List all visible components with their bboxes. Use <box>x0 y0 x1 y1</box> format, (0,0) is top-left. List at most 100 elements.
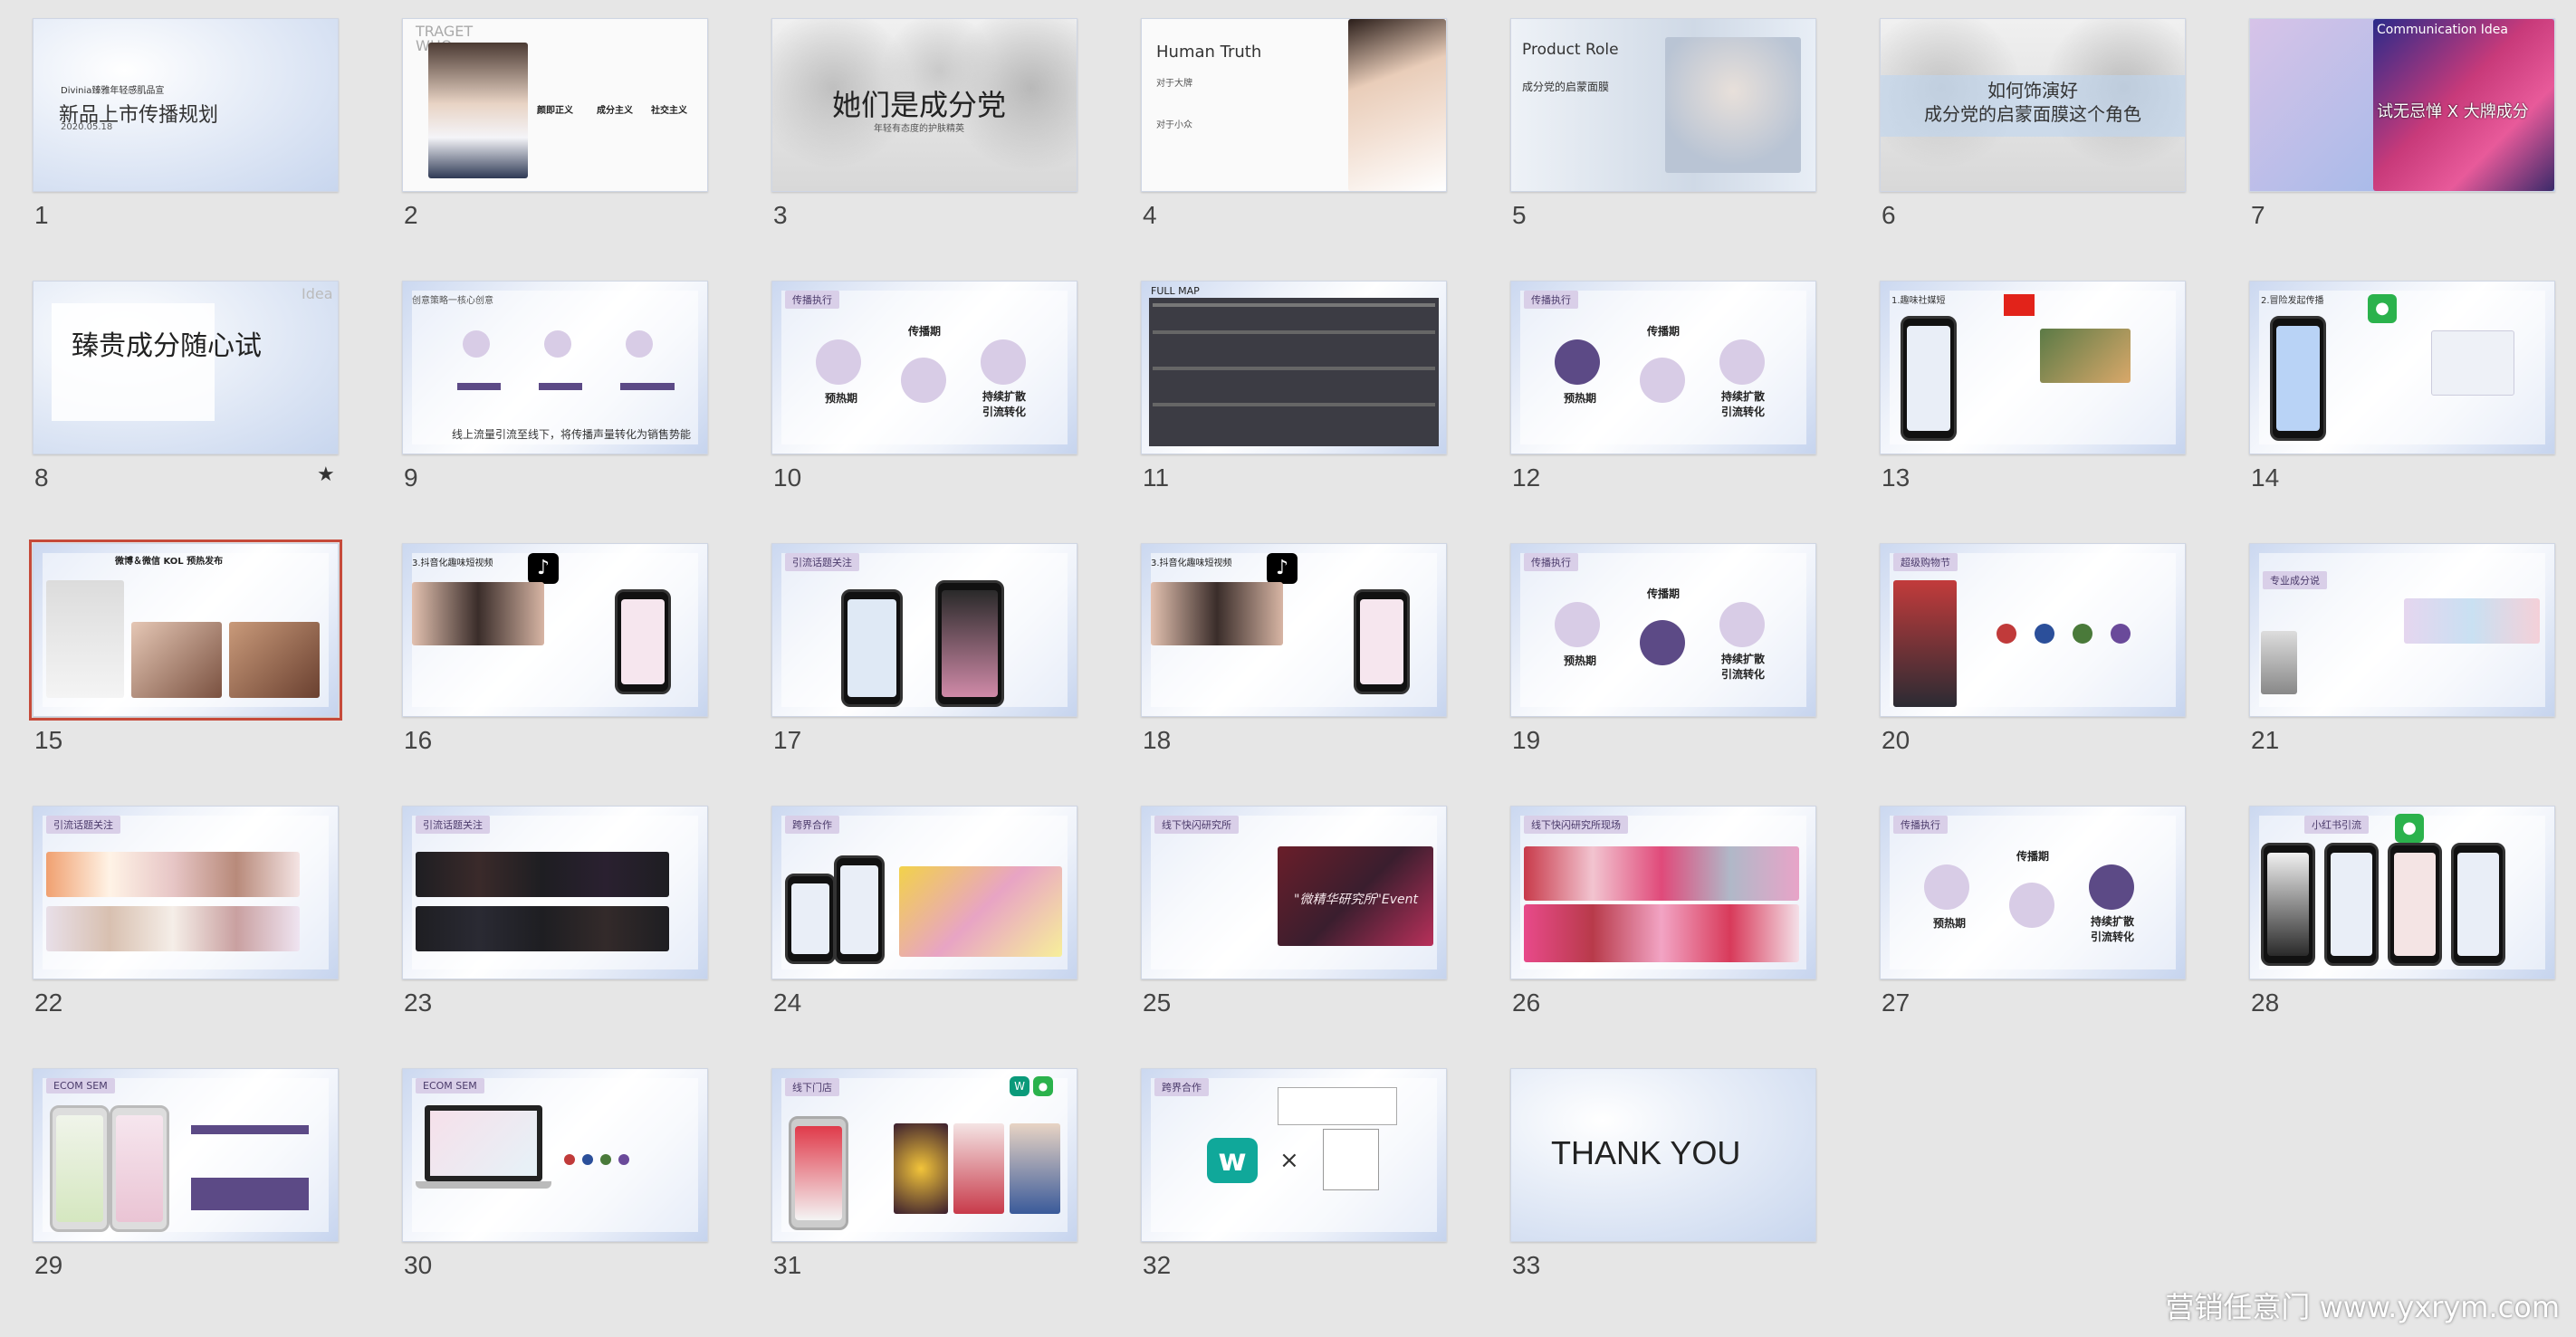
slide-thumbnail[interactable]: ECOM SEM <box>402 1068 708 1242</box>
slide-16[interactable]: 3.抖音化趣味短视频 ♪ 16 <box>369 525 708 778</box>
slide-15[interactable]: 微博＆微信 KOL 预热发布 15 <box>0 525 342 778</box>
slide-11[interactable]: FULL MAP 11 <box>1108 263 1447 516</box>
event-title: "微精华研究所"Event <box>1294 893 1418 907</box>
slide-title: 传播执行 <box>785 291 839 309</box>
slide-17[interactable]: 引流话题关注 17 <box>739 525 1077 778</box>
slide-14[interactable]: 2.冒险发起传播 ● 14 <box>2217 263 2555 516</box>
slide-number: 33 <box>1512 1251 1541 1279</box>
slide-27[interactable]: 传播执行 传播期 预热期 持续扩散 引流转化 27 <box>1847 788 2186 1041</box>
slide-title: 引流话题关注 <box>46 816 120 834</box>
slide-thumbnail[interactable]: 专业成分说 <box>2249 543 2555 717</box>
slide-thumbnail[interactable]: 3.抖音化趣味短视频 ♪ <box>402 543 708 717</box>
slide-thumbnail[interactable]: FULL MAP <box>1141 281 1447 454</box>
slide-thumbnail[interactable]: THANK YOU <box>1510 1068 1816 1242</box>
ar-photo <box>894 1123 948 1214</box>
slide-23[interactable]: 引流话题关注 23 <box>369 788 708 1041</box>
slide-18[interactable]: 3.抖音化趣味短视频 ♪ 18 <box>1108 525 1447 778</box>
slide-thumbnail[interactable]: 3.抖音化趣味短视频 ♪ <box>1141 543 1447 717</box>
product-dot <box>2035 624 2054 644</box>
content-area <box>412 291 698 444</box>
slide-4[interactable]: Human Truth 对于大牌 对于小众 4 <box>1108 0 1447 253</box>
slide-thumbnail[interactable]: 跨界合作 w × <box>1141 1068 1447 1242</box>
slide-thumbnail[interactable]: Idea 臻贵成分随心试 <box>33 281 339 454</box>
slide-thumbnail-selected[interactable]: 微博＆微信 KOL 预热发布 <box>29 540 342 721</box>
slide-title: Product Role <box>1522 41 1619 59</box>
slide-thumbnail[interactable]: 创意策略一核心创意 线上流量引流至线下，将传播声量转化为销售势能 <box>402 281 708 454</box>
slide-24[interactable]: 跨界合作 24 <box>739 788 1077 1041</box>
article-preview <box>2431 330 2514 396</box>
slide-thumbnail[interactable]: Product Role 成分党的启蒙面膜 <box>1510 18 1816 192</box>
slide-thumbnail[interactable]: 传播执行 传播期 预热期 持续扩散 引流转化 <box>771 281 1077 454</box>
slide-number: 20 <box>1882 726 1910 754</box>
slide-30[interactable]: ECOM SEM 30 <box>369 1050 708 1304</box>
slide-thumbnail[interactable]: 传播执行 传播期 预热期 持续扩散 引流转化 <box>1510 543 1816 717</box>
slide-thumbnail[interactable]: 1.趣味社媒短 <box>1880 281 2186 454</box>
table-row <box>1153 367 1435 370</box>
slide-21[interactable]: 专业成分说 21 <box>2217 525 2555 778</box>
product-dot <box>618 1154 629 1165</box>
product-dot <box>582 1154 593 1165</box>
slide-title: 线下门店 <box>785 1078 839 1096</box>
slide-28[interactable]: 小红书引流 ● 28 <box>2217 788 2555 1041</box>
slide-thumbnail[interactable]: 线下门店 W ● <box>771 1068 1077 1242</box>
slide-20[interactable]: 超级购物节 20 <box>1847 525 2186 778</box>
slide-thumbnail[interactable]: TRAGET WHO 颜即正义 成分主义 社交主义 <box>402 18 708 192</box>
slide-1[interactable]: Divinia臻雅年轻感肌品宣 新品上市传播规划 2020.05.18 1 <box>0 0 339 253</box>
slide-thumbnail[interactable]: 引流话题关注 <box>402 806 708 979</box>
product-dot <box>1997 624 2016 644</box>
slide-2[interactable]: TRAGET WHO 颜即正义 成分主义 社交主义 2 <box>369 0 708 253</box>
phone-mockup <box>834 855 885 964</box>
slide-thumbnail[interactable]: 如何饰演好 成分党的启蒙面膜这个角色 <box>1880 18 2186 192</box>
slide-number: 32 <box>1143 1251 1172 1279</box>
slide-19[interactable]: 传播执行 传播期 预热期 持续扩散 引流转化 19 <box>1478 525 1816 778</box>
slide-5[interactable]: Product Role 成分党的启蒙面膜 5 <box>1478 0 1816 253</box>
slide-thumbnail[interactable]: 她们是成分党 年轻有态度的护肤精英 <box>771 18 1077 192</box>
slide-8[interactable]: Idea 臻贵成分随心试 8 ★ <box>0 263 339 516</box>
slide-thumbnail[interactable]: 传播执行 传播期 预热期 持续扩散 引流转化 <box>1880 806 2186 979</box>
label-bar <box>191 1125 309 1134</box>
post-row <box>46 906 300 951</box>
slide-thumbnail[interactable]: 线下快闪研究所现场 <box>1510 806 1816 979</box>
slide-12[interactable]: 传播执行 传播期 预热期 持续扩散 引流转化 12 <box>1478 263 1816 516</box>
step-circle <box>626 330 653 358</box>
phone-mockup <box>2261 843 2315 966</box>
slide-number: 14 <box>2251 463 2280 492</box>
slide-9[interactable]: 创意策略一核心创意 线上流量引流至线下，将传播声量转化为销售势能 9 <box>369 263 708 516</box>
watsons-icon: W <box>1010 1076 1029 1096</box>
slide-thumbnail[interactable]: 超级购物节 <box>1880 543 2186 717</box>
slide-thumbnail[interactable]: 线下快闪研究所 "微精华研究所"Event <box>1141 806 1447 979</box>
slide-33[interactable]: THANK YOU 33 <box>1478 1050 1816 1304</box>
mask-photo <box>46 580 124 698</box>
slide-3[interactable]: 她们是成分党 年轻有态度的护肤精英 3 <box>739 0 1077 253</box>
slide-number: 30 <box>404 1251 433 1279</box>
content-area <box>781 553 1068 707</box>
table-row <box>1153 303 1435 307</box>
slide-thumbnail[interactable]: 引流话题关注 <box>33 806 339 979</box>
slide-number: 3 <box>773 201 788 229</box>
slide-10[interactable]: 传播执行 传播期 预热期 持续扩散 引流转化 10 <box>739 263 1077 516</box>
slide-6[interactable]: 如何饰演好 成分党的启蒙面膜这个角色 6 <box>1847 0 2186 253</box>
phase-label: 预热期 <box>1564 392 1597 405</box>
slide-7[interactable]: Communication Idea 试无忌惮 X 大牌成分 7 <box>2217 0 2555 253</box>
slide-thumbnail[interactable]: 2.冒险发起传播 ● <box>2249 281 2555 454</box>
slide-29[interactable]: ECOM SEM 29 <box>0 1050 339 1304</box>
slide-22[interactable]: 引流话题关注 22 <box>0 788 339 1041</box>
slide-number: 26 <box>1512 988 1541 1017</box>
slide-25[interactable]: 线下快闪研究所 "微精华研究所"Event 25 <box>1108 788 1447 1041</box>
note-box <box>1278 1087 1397 1125</box>
slide-31[interactable]: 线下门店 W ● 31 <box>739 1050 1077 1304</box>
slide-26[interactable]: 线下快闪研究所现场 26 <box>1478 788 1816 1041</box>
slide-thumbnail[interactable]: Communication Idea 试无忌惮 X 大牌成分 <box>2249 18 2555 192</box>
slide-32[interactable]: 跨界合作 w × 32 <box>1108 1050 1447 1304</box>
slide-13[interactable]: 1.趣味社媒短 13 <box>1847 263 2186 516</box>
slide-thumbnail[interactable]: Human Truth 对于大牌 对于小众 <box>1141 18 1447 192</box>
slide-number: 28 <box>2251 988 2280 1017</box>
photo-row <box>1524 846 1799 901</box>
slide-thumbnail[interactable]: Divinia臻雅年轻感肌品宣 新品上市传播规划 2020.05.18 <box>33 18 339 192</box>
slide-thumbnail[interactable]: ECOM SEM <box>33 1068 339 1242</box>
slide-thumbnail[interactable]: 小红书引流 ● <box>2249 806 2555 979</box>
slide-title: Human Truth <box>1156 43 1262 62</box>
slide-thumbnail[interactable]: 跨界合作 <box>771 806 1077 979</box>
slide-thumbnail[interactable]: 引流话题关注 <box>771 543 1077 717</box>
slide-thumbnail[interactable]: 传播执行 传播期 预热期 持续扩散 引流转化 <box>1510 281 1816 454</box>
